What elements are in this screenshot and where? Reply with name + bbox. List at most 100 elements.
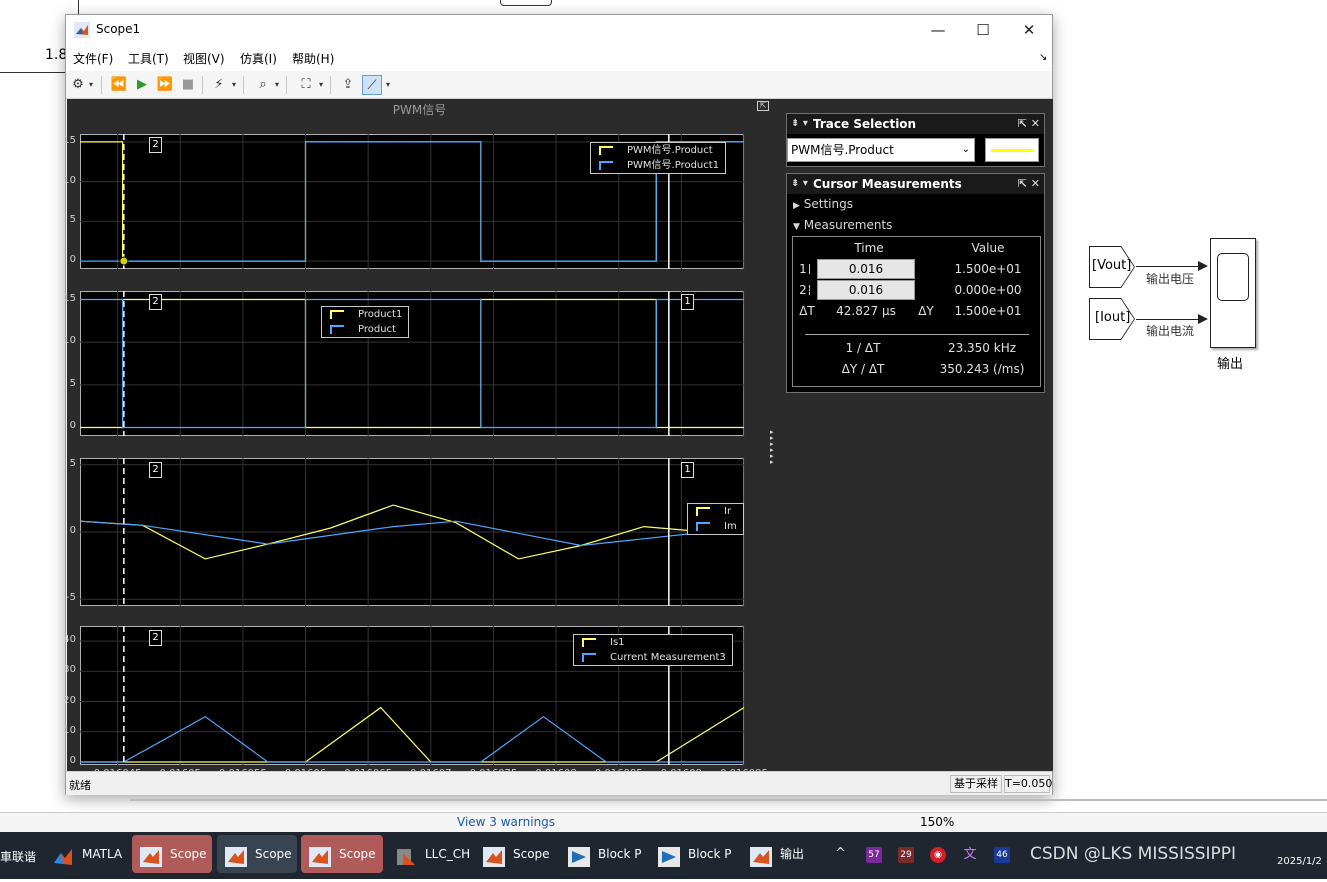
minimize-button[interactable]: — [918,19,958,41]
col-time-header: Time [854,241,884,255]
matlab-icon [74,22,90,38]
legend-entry: Is1 [610,637,625,648]
cursor-measurements-icon[interactable]: ⟋ [362,75,382,95]
menu-view[interactable]: 视图(V) [183,50,225,67]
taskbar-item-scope-2[interactable]: Scope [217,835,297,873]
scrollbar[interactable] [130,799,1327,801]
dropdown-arrow-icon[interactable]: ▾ [316,75,326,95]
scope-app-icon [309,844,331,867]
dropdown-arrow-icon[interactable]: ▾ [272,75,282,95]
scope-app-icon [225,844,247,867]
run-icon[interactable]: ▶ [132,75,152,95]
legend-axes-3[interactable]: Ir Im [687,503,744,535]
signal-line [0,72,66,73]
settings-gear-icon[interactable]: ⚙ [68,75,88,95]
dropdown-arrow-icon[interactable]: ▾ [86,75,96,95]
tray-badge[interactable]: 29 [898,847,914,863]
panel-collapse-handle[interactable]: ▸ ▸ ▸ ▸ ▸ ▸ [770,429,774,466]
cursor-1-label[interactable]: 1 [681,462,694,478]
y-tick-label: 30 [63,664,76,676]
scope-window: Scope1 — ☐ ✕ 文件(F) 工具(T) 视图(V) 仿真(I) 帮助(… [63,14,1053,795]
y-tick-label: 15 [63,134,76,146]
tray-badge[interactable]: 46 [994,847,1010,863]
y-tick-label: 0 [69,420,76,432]
menu-file[interactable]: 文件(F) [73,50,113,67]
zoom-icon[interactable]: ⌕ [253,75,273,95]
trace-selection-title: Trace Selection [813,117,917,131]
panel-close-icon[interactable]: ⇱ ✕ [1018,114,1040,134]
taskbar-item-matlab[interactable]: MATLA [44,835,126,873]
title-bar[interactable]: Scope1 — ☐ ✕ [66,15,1052,45]
dropdown-arrow-icon[interactable]: ▾ [229,75,239,95]
delta-y-label: ΔY [918,304,934,318]
cursor2-value: 0.000e+00 [954,283,1022,297]
y-tick-label: 10 [63,335,76,347]
panel-pin-icon[interactable]: ⇟ ▾ [791,174,808,194]
maximize-button[interactable]: ☐ [963,19,1003,41]
taskbar-item-llc[interactable]: LLC_CH [387,835,471,873]
cursor-marker[interactable] [119,256,129,266]
undock-icon[interactable]: ↘ [1039,52,1047,63]
tray-badge[interactable]: 57 [866,847,882,863]
taskbar-item-output[interactable]: 输出 [742,835,822,873]
scope-block-label: 输出 [1217,357,1244,372]
status-bar: 就绪 基于采样 T=0.050 [66,771,1052,795]
slope-value: 350.243 (/ms) [939,362,1025,376]
menu-help[interactable]: 帮助(H) [292,50,334,67]
menu-simulation[interactable]: 仿真(I) [240,50,277,67]
step-back-icon[interactable]: ⏪ [109,75,129,95]
block-edge [500,0,552,6]
close-button[interactable]: ✕ [1009,19,1049,41]
tray-expand-icon[interactable]: ^ [835,846,846,861]
panel-pin-icon[interactable]: ⇟ ▾ [791,114,808,134]
scope-block[interactable] [1210,238,1256,348]
y-tick-label: 0 [69,525,76,536]
autoscale-icon[interactable]: ⛶ [296,75,316,95]
y-tick-label: 20 [63,694,76,706]
panel-close-icon[interactable]: ⇱ ✕ [1018,174,1040,194]
scope-app-icon [140,844,162,867]
legend-axes-2[interactable]: Product1 Product [321,306,410,338]
stop-icon[interactable]: ■ [178,75,198,95]
legend-axes-4[interactable]: Is1 Current Measurement3 [573,634,733,666]
trigger-icon[interactable]: ⇪ [338,75,358,95]
measurements-section[interactable]: ▼ Measurements [793,218,892,232]
taskbar-item-scope-4[interactable]: Scope [475,835,555,873]
y-tick-label: 40 [63,634,76,646]
legend-entry: Product [358,324,396,335]
taskbar: 車联谐 MATLA Scope Scope Scope LLC_CH Scope… [0,832,1327,879]
block-params-icon [568,844,590,867]
canvas-value-label: 1.8 [45,47,68,63]
taskbar-item-block-2[interactable]: Block P [650,835,738,873]
matlab-icon [52,844,74,865]
trace-select-dropdown[interactable]: PWM信号.Product ⌄ [787,138,975,162]
scope-screen-icon [1217,253,1249,301]
translate-icon[interactable]: 文 [962,847,978,863]
scope-app-icon [750,844,772,867]
cursor-2-label[interactable]: 2 [149,137,162,153]
cursor1-time-field[interactable]: 0.016 [817,259,915,279]
dropdown-arrow-icon[interactable]: ▾ [383,75,393,95]
cursor2-time-field[interactable]: 0.016 [817,280,915,300]
signal-line [1136,319,1202,320]
cursor-2-label[interactable]: 2 [149,630,162,646]
menu-tools[interactable]: 工具(T) [128,50,169,67]
legend-axes-1[interactable]: PWM信号.Product PWM信号.Product1 [590,142,727,174]
from-iout-label: [Iout] [1095,310,1131,325]
highlight-block-icon[interactable]: ⚡ [209,75,229,95]
netease-music-icon[interactable]: ◉ [930,847,946,863]
taskbar-item-scope-1[interactable]: Scope [132,835,212,873]
cursor-2-label[interactable]: 2 [149,294,162,310]
trace-color-swatch[interactable] [985,138,1039,162]
scope-app-icon [483,844,505,867]
cursor-1-label[interactable]: 1 [681,294,694,310]
taskbar-left-text: 車联谐 [0,850,37,864]
series-line-2 [80,298,744,429]
taskbar-item-block-1[interactable]: Block P [560,835,646,873]
cursor-2-label[interactable]: 2 [149,462,162,478]
settings-section[interactable]: ▶ Settings [793,197,853,211]
taskbar-item-scope-3[interactable]: Scope [301,835,383,873]
view-warnings-link[interactable]: View 3 warnings [457,815,555,829]
y-tick-label: 15 [63,292,76,304]
step-forward-icon[interactable]: ⏩ [155,75,175,95]
